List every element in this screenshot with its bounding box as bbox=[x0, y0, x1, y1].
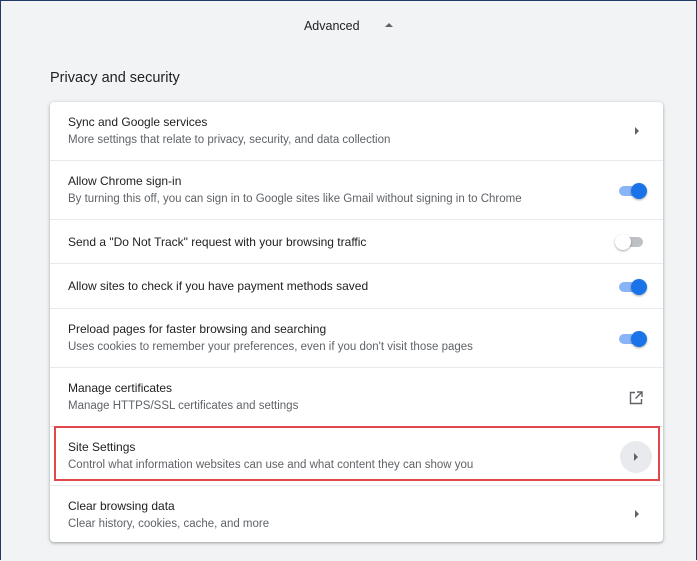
row-site-settings[interactable]: Site Settings Control what information w… bbox=[50, 426, 663, 485]
payment-methods-toggle[interactable] bbox=[617, 279, 647, 295]
preload-pages-toggle[interactable] bbox=[617, 331, 647, 347]
row-title: Clear browsing data bbox=[68, 499, 175, 513]
row-clear-browsing-data[interactable]: Clear browsing data Clear history, cooki… bbox=[50, 485, 663, 542]
row-allow-chrome-signin: Allow Chrome sign-in By turning this off… bbox=[50, 160, 663, 219]
caret-up-icon bbox=[385, 22, 394, 27]
section-title: Privacy and security bbox=[50, 70, 180, 86]
toggle-knob bbox=[631, 331, 647, 347]
row-subtitle: Clear history, cookies, cache, and more bbox=[68, 518, 270, 530]
toggle-knob bbox=[631, 183, 647, 199]
chevron-right-icon[interactable] bbox=[635, 510, 639, 518]
advanced-section-toggle[interactable]: Advanced bbox=[1, 18, 696, 33]
row-title: Send a "Do Not Track" request with your … bbox=[68, 235, 367, 249]
advanced-label: Advanced bbox=[303, 18, 360, 33]
row-sync-google-services[interactable]: Sync and Google services More settings t… bbox=[50, 102, 663, 160]
do-not-track-toggle[interactable] bbox=[615, 234, 645, 250]
row-preload-pages: Preload pages for faster browsing and se… bbox=[50, 308, 663, 367]
chevron-right-icon bbox=[634, 453, 638, 461]
row-subtitle: Uses cookies to remember your preference… bbox=[68, 341, 473, 353]
row-title: Allow sites to check if you have payment… bbox=[68, 279, 369, 293]
row-subtitle: By turning this off, you can sign in to … bbox=[68, 193, 522, 205]
row-title: Manage certificates bbox=[68, 381, 173, 395]
row-title: Site Settings bbox=[68, 440, 136, 454]
row-title: Sync and Google services bbox=[68, 115, 208, 129]
privacy-security-card: Sync and Google services More settings t… bbox=[50, 102, 663, 542]
row-subtitle: Control what information websites can us… bbox=[68, 459, 474, 471]
toggle-knob bbox=[615, 234, 631, 250]
external-link-icon[interactable] bbox=[629, 391, 643, 405]
site-settings-arrow-button[interactable] bbox=[620, 441, 652, 473]
allow-chrome-signin-toggle[interactable] bbox=[617, 183, 647, 199]
chevron-right-icon[interactable] bbox=[635, 127, 639, 135]
toggle-knob bbox=[631, 279, 647, 295]
row-subtitle: Manage HTTPS/SSL certificates and settin… bbox=[68, 400, 299, 412]
row-manage-certificates[interactable]: Manage certificates Manage HTTPS/SSL cer… bbox=[50, 367, 663, 426]
row-title: Preload pages for faster browsing and se… bbox=[68, 322, 327, 336]
row-title: Allow Chrome sign-in bbox=[68, 174, 182, 188]
row-subtitle: More settings that relate to privacy, se… bbox=[68, 134, 391, 146]
row-payment-methods: Allow sites to check if you have payment… bbox=[50, 263, 663, 308]
row-do-not-track: Send a "Do Not Track" request with your … bbox=[50, 219, 663, 263]
settings-page: Advanced Privacy and security Sync and G… bbox=[0, 0, 697, 560]
